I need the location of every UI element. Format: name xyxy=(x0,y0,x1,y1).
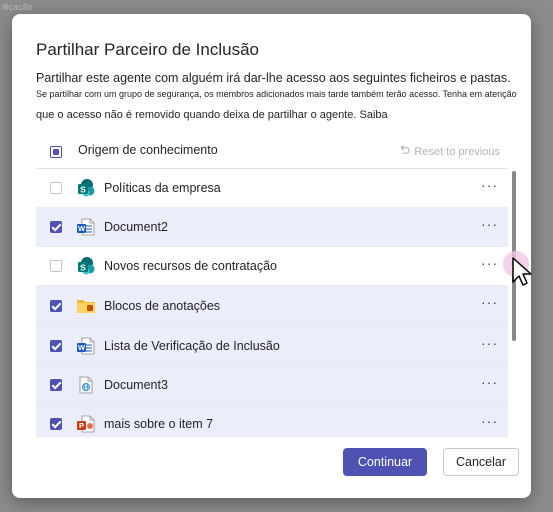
table-row[interactable]: P mais sobre o item 7 ··· xyxy=(36,405,508,437)
row-checkbox[interactable] xyxy=(50,182,62,194)
row-checkbox[interactable] xyxy=(50,221,62,233)
file-name: Novos recursos de contratação xyxy=(104,259,278,273)
sharepoint-icon: S xyxy=(76,178,96,198)
svg-text:S: S xyxy=(80,184,86,194)
more-options-icon[interactable]: ··· xyxy=(481,374,498,390)
column-header-knowledge-source: Origem de conhecimento xyxy=(78,143,218,157)
continue-button[interactable]: Continuar xyxy=(343,448,427,476)
file-name: Document2 xyxy=(104,220,168,234)
table-row[interactable]: Document3 ··· xyxy=(36,366,508,405)
row-checkbox[interactable] xyxy=(50,260,62,272)
file-name: Lista de Verificação de Inclusão xyxy=(104,339,280,353)
table-header: Origem de conhecimento Reset to previous xyxy=(36,136,508,169)
table-row[interactable]: Blocos de anotações ··· xyxy=(36,286,508,327)
powerpoint-icon: P xyxy=(76,414,96,434)
folder-icon xyxy=(76,296,96,316)
more-options-icon[interactable]: ··· xyxy=(481,255,498,271)
svg-text:P: P xyxy=(79,421,84,430)
more-options-icon[interactable]: ··· xyxy=(481,294,498,310)
row-checkbox[interactable] xyxy=(50,340,62,352)
more-options-icon[interactable]: ··· xyxy=(481,413,498,429)
cancel-button[interactable]: Cancelar xyxy=(443,448,519,476)
row-checkbox[interactable] xyxy=(50,379,62,391)
reset-to-previous-button[interactable]: Reset to previous xyxy=(399,144,500,158)
mouse-cursor-icon xyxy=(500,250,540,290)
table-row[interactable]: W Document2 ··· xyxy=(36,208,508,247)
file-name: mais sobre o item 7 xyxy=(104,417,214,431)
dialog-description-note: Se partilhar com um grupo de segurança, … xyxy=(36,89,517,99)
row-checkbox[interactable] xyxy=(50,418,62,430)
table-row[interactable]: S Novos recursos de contratação ··· xyxy=(36,247,508,286)
svg-text:W: W xyxy=(78,343,86,352)
table-row[interactable]: W Lista de Verificação de Inclusão ··· xyxy=(36,327,508,366)
web-page-icon xyxy=(76,375,96,395)
svg-text:W: W xyxy=(78,224,86,233)
reset-label: Reset to previous xyxy=(414,146,500,158)
more-options-icon[interactable]: ··· xyxy=(481,335,498,351)
dialog-description-note-continued: que o acesso não é removido quando deixa… xyxy=(36,109,388,121)
file-name: Document3 xyxy=(104,378,168,392)
word-icon: W xyxy=(76,217,96,237)
file-name: Políticas da empresa xyxy=(104,181,221,195)
undo-icon xyxy=(399,144,411,158)
knowledge-source-list[interactable]: S Políticas da empresa ··· W Document2 ·… xyxy=(36,169,508,437)
share-dialog: Partilhar Parceiro de Inclusão Partilhar… xyxy=(12,14,531,498)
more-options-icon[interactable]: ··· xyxy=(481,216,498,232)
select-all-checkbox[interactable] xyxy=(50,146,62,158)
word-icon: W xyxy=(76,336,96,356)
file-name: Blocos de anotações xyxy=(104,299,221,313)
dialog-description: Partilhar este agente com alguém irá dar… xyxy=(36,71,511,85)
row-checkbox[interactable] xyxy=(50,300,62,312)
backdrop-text: ificação xyxy=(2,2,33,12)
dialog-title: Partilhar Parceiro de Inclusão xyxy=(36,40,260,59)
table-row[interactable]: S Políticas da empresa ··· xyxy=(36,169,508,208)
svg-text:S: S xyxy=(80,262,86,272)
sharepoint-icon: S xyxy=(76,256,96,276)
more-options-icon[interactable]: ··· xyxy=(481,177,498,193)
